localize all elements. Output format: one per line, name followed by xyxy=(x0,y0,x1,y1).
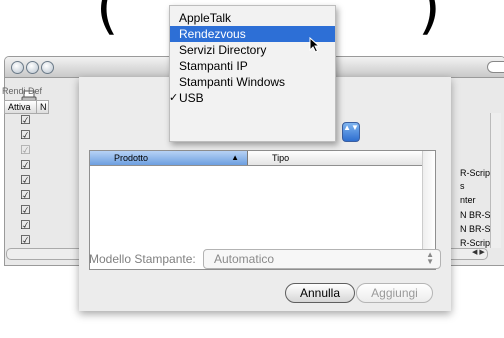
column-header-tipo-label: Tipo xyxy=(272,153,290,163)
checkmark-icon: ✓ xyxy=(169,92,179,104)
menu-item-stampanti-ip[interactable]: Stampanti IP xyxy=(170,58,335,74)
row-kind-text: R-Script xyxy=(460,168,493,178)
row-active-checkbox[interactable]: ☑ xyxy=(20,189,31,201)
column-header-attiva[interactable]: Attiva xyxy=(4,100,37,114)
row-active-checkbox[interactable]: ☑ xyxy=(20,159,31,171)
toolbar-toggle-button[interactable] xyxy=(487,61,504,73)
menu-item-stampanti-windows[interactable]: Stampanti Windows xyxy=(170,74,335,90)
row-kind-text: R-Script xyxy=(460,238,493,248)
list-header-divider xyxy=(90,165,435,166)
column-header-n[interactable]: N xyxy=(36,100,49,114)
sort-ascending-icon: ▲ xyxy=(231,153,239,162)
row-active-checkbox[interactable]: ☑ xyxy=(20,219,31,231)
column-header-prodotto-label: Prodotto xyxy=(114,153,149,163)
printer-model-value: Automatico xyxy=(214,252,275,266)
zoom-window-icon[interactable] xyxy=(41,61,54,74)
right-paren-decoration: ) xyxy=(418,0,441,41)
close-window-icon[interactable] xyxy=(11,61,24,74)
select-arrows-icon: ▲ ▼ xyxy=(426,250,434,266)
column-header-tipo[interactable]: Tipo xyxy=(248,151,423,165)
menu-item-usb[interactable]: ✓ USB xyxy=(169,90,335,106)
cancel-button[interactable]: Annulla xyxy=(285,283,355,303)
toolbar-label-rendi-default[interactable]: Rendi Def xyxy=(2,86,42,96)
row-active-checkbox[interactable]: ☑ xyxy=(20,234,31,246)
row-kind-text: nter xyxy=(460,195,476,205)
row-active-checkbox[interactable]: ☑ xyxy=(20,204,31,216)
menu-item-usb-label: USB xyxy=(179,91,204,105)
connection-type-popup-menu: AppleTalk Rendezvous Servizi Directory S… xyxy=(169,5,336,142)
row-active-checkbox[interactable]: ☑ xyxy=(20,144,31,156)
minimize-window-icon[interactable] xyxy=(26,61,39,74)
menu-item-appletalk[interactable]: AppleTalk xyxy=(170,10,335,26)
popup-arrows-icon[interactable]: ▲▼ xyxy=(342,122,360,142)
row-active-checkbox[interactable]: ☑ xyxy=(20,174,31,186)
row-kind-text: s xyxy=(460,181,465,191)
arrow-cursor-icon xyxy=(309,37,321,53)
printer-model-select[interactable]: Automatico ▲ ▼ xyxy=(203,249,441,269)
row-active-checkbox[interactable]: ☑ xyxy=(20,129,31,141)
row-active-checkbox[interactable]: ☑ xyxy=(20,114,31,126)
window-vertical-scrollbar[interactable] xyxy=(490,113,501,248)
printer-model-label: Modello Stampante: xyxy=(89,252,196,266)
scroll-arrows-icon[interactable]: ◀ ▶ xyxy=(472,248,485,256)
add-button[interactable]: Aggiungi xyxy=(356,283,433,303)
column-header-prodotto[interactable]: Prodotto ▲ xyxy=(90,151,248,165)
left-paren-decoration: ( xyxy=(96,0,119,41)
